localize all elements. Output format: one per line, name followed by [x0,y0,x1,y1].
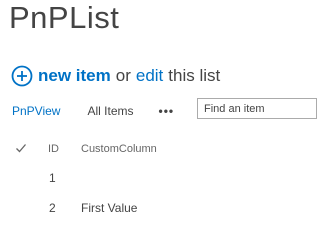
row-2-id: 2 [49,201,56,215]
edit-link[interactable]: edit [136,66,163,86]
column-header-customcolumn[interactable]: CustomColumn [81,143,157,155]
view-all-items[interactable]: All Items [87,104,133,118]
more-views-button[interactable]: ••• [159,104,175,118]
command-row: new item or edit this list [11,64,220,88]
this-list-text: this list [168,66,221,85]
column-header-id[interactable]: ID [48,143,59,155]
new-item-link[interactable]: new item [38,66,111,86]
circle-plus-icon[interactable] [11,65,33,87]
list-title: PnPList [9,0,120,35]
search-input[interactable] [197,98,317,119]
row-1-id: 1 [49,171,56,185]
checkmark-icon[interactable] [15,142,27,154]
row-2-custom: First Value [81,201,138,215]
or-text: or [115,66,131,85]
list-page: PnPList new item or edit this list PnPVi… [0,0,317,241]
view-selector: PnPView All Items ••• [12,100,174,122]
view-pnpview[interactable]: PnPView [12,104,60,118]
